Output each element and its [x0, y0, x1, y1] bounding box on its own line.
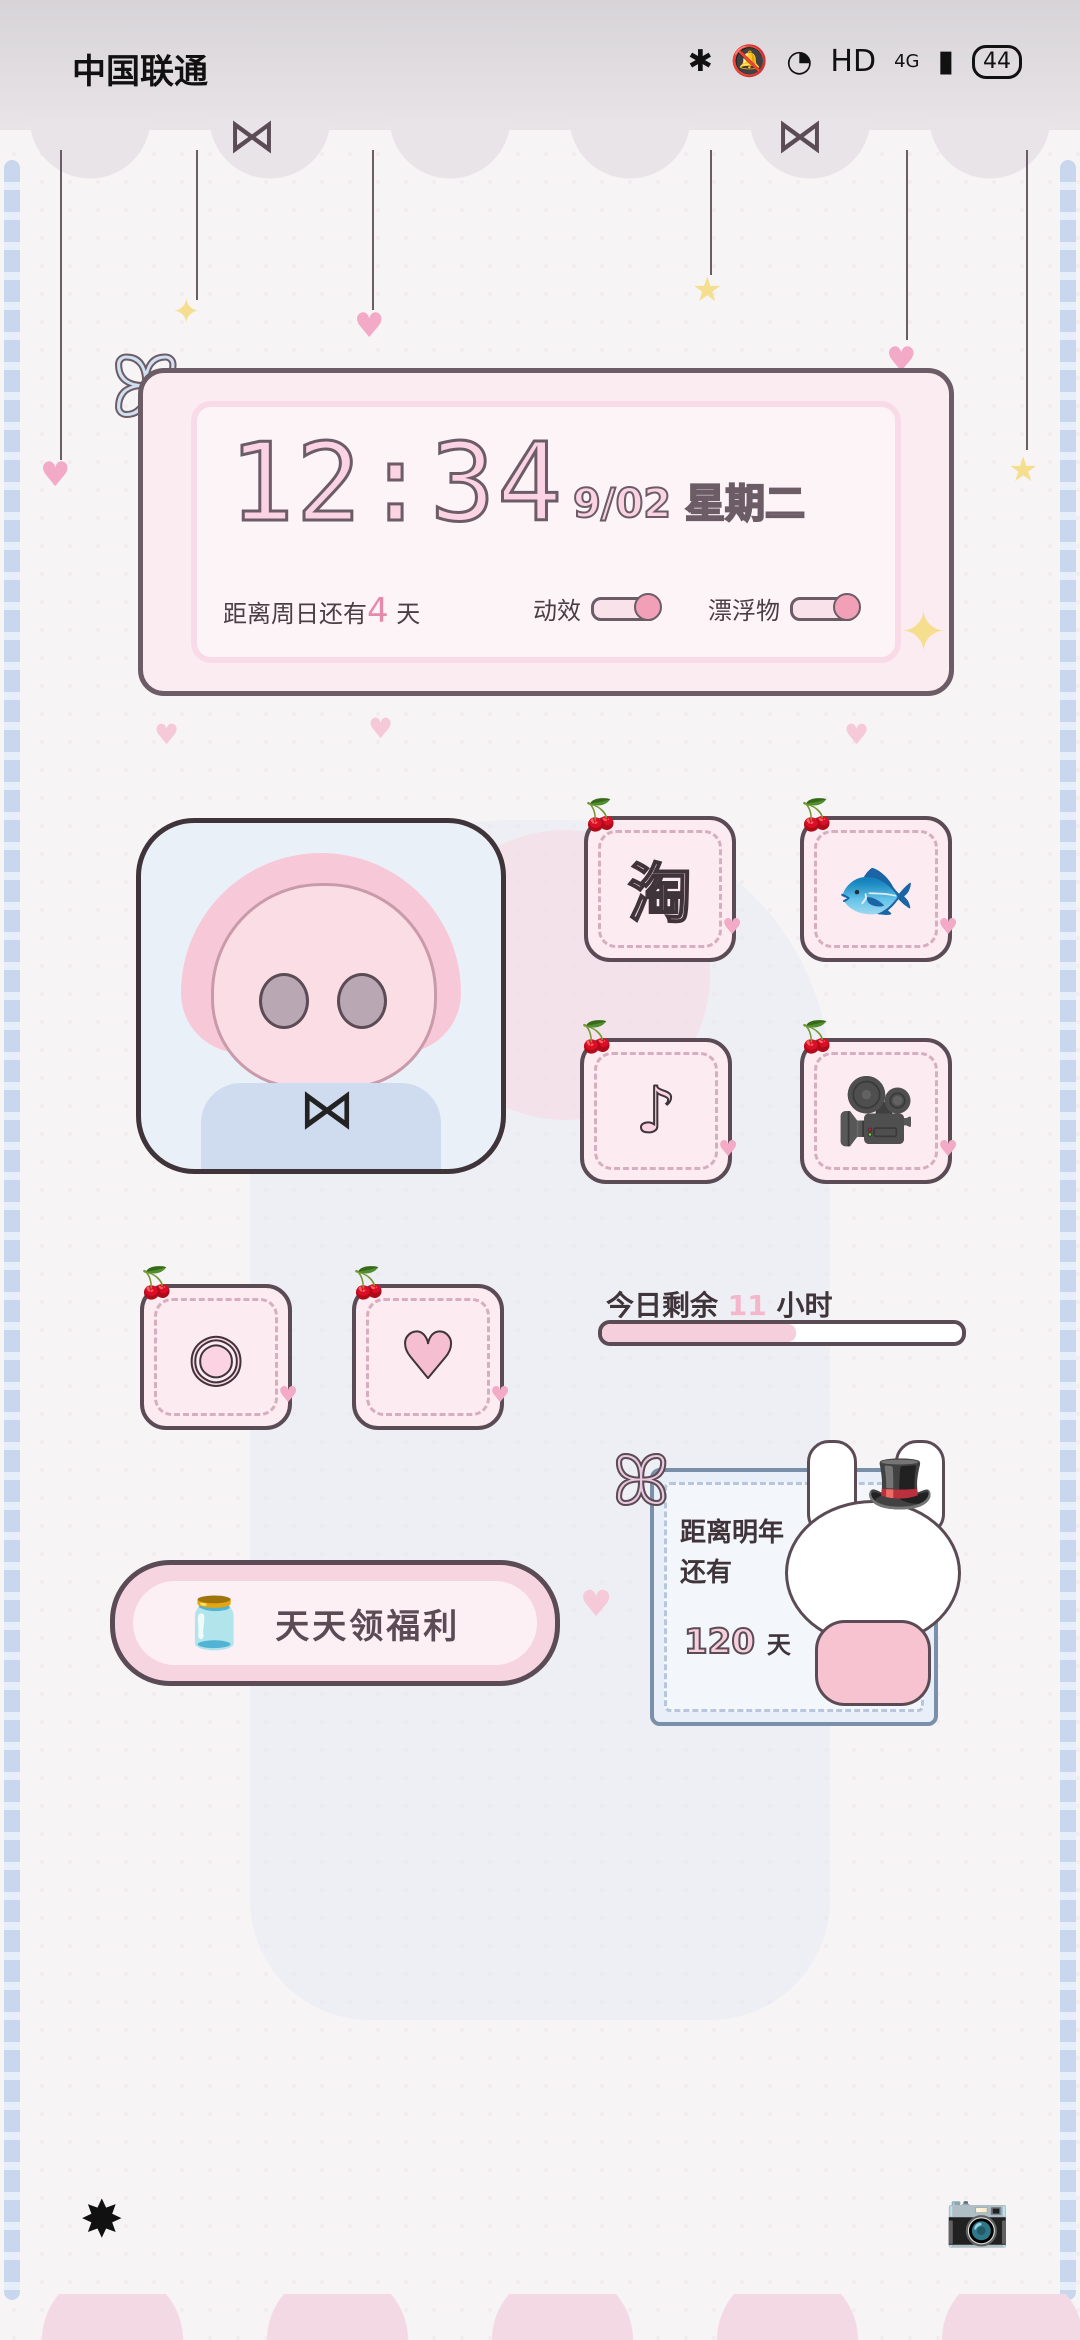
- heart-icon: ♥: [490, 1383, 510, 1408]
- star-icon: ★: [1008, 450, 1039, 490]
- avatar-face: [211, 883, 437, 1089]
- hanging-string: [196, 150, 198, 300]
- new-year-line2: 还有: [680, 1558, 733, 1588]
- heart-icon: ♥: [278, 1383, 298, 1408]
- floaters-switch[interactable]: [790, 592, 861, 621]
- cherry-icon: 🍒: [798, 1020, 836, 1055]
- top-hat-icon: 🎩: [865, 1451, 935, 1516]
- bow-icon: ⋈: [776, 108, 824, 164]
- status-icons: ✱ 🔕 ◔ HD 4G ▮ 44: [688, 44, 1022, 79]
- bow-icon: ⋈: [228, 108, 276, 164]
- heart-icon: ♥: [580, 1584, 613, 1625]
- lace-frame-right: [1060, 160, 1076, 2300]
- cherry-icon: 🍒: [578, 1020, 616, 1055]
- douyin-note-icon: ♪: [635, 1073, 678, 1149]
- avatar-eye: [259, 973, 309, 1029]
- effects-switch[interactable]: [591, 592, 662, 621]
- carrier-name: 中国联通: [72, 52, 208, 92]
- hanging-string: [906, 150, 908, 340]
- cherry-icon: 🍒: [138, 1266, 176, 1301]
- heart-icon: ♥: [722, 915, 742, 940]
- app-video[interactable]: 🍒 🎥 ♥: [798, 1020, 958, 1184]
- bluetooth-icon: ✱: [687, 44, 713, 79]
- heart-icon: ♥: [718, 1137, 738, 1162]
- heart-icon: ♥: [40, 455, 71, 495]
- signal-icon: ▮: [937, 44, 954, 79]
- heart-icon: ♥: [154, 718, 180, 751]
- heart-icon: ♥: [368, 712, 394, 745]
- sunday-countdown: 距离周日还有4 天: [223, 591, 421, 631]
- jd-dog-icon: 🐟: [835, 852, 917, 928]
- mute-icon: 🔕: [730, 44, 769, 79]
- wifi-icon: ◔: [786, 44, 813, 79]
- new-year-days: 120 天: [683, 1621, 791, 1663]
- today-progress-fill: [602, 1324, 797, 1342]
- status-bar: 中国联通 ✱ 🔕 ◔ HD 4G ▮ 44: [0, 0, 1080, 130]
- daily-welfare-button[interactable]: 🫙 天天领福利: [110, 1560, 560, 1686]
- welfare-label: 天天领福利: [275, 1606, 461, 1647]
- winged-heart-icon: ♥: [398, 1319, 457, 1395]
- effects-toggle[interactable]: 动效: [533, 591, 662, 626]
- today-remaining-label: 今日剩余 11 小时: [606, 1289, 833, 1322]
- hanging-string: [1026, 150, 1028, 450]
- heart-icon: ♥: [938, 915, 958, 940]
- app-camera-eye[interactable]: 🍒 ◉ ♥: [138, 1266, 298, 1430]
- clock-widget[interactable]: 12:34 9/02 星期二 距离周日还有4 天 动效 漂浮物: [138, 368, 954, 696]
- bunny-illustration: 🎩: [785, 1440, 975, 1710]
- heart-icon: ♥: [938, 1137, 958, 1162]
- network-label: 4G: [894, 51, 920, 72]
- app-heart-wings[interactable]: 🍒 ♥ ♥: [350, 1266, 510, 1430]
- star-icon: ★: [692, 270, 723, 310]
- avatar-photo-widget[interactable]: ⋈: [136, 818, 506, 1174]
- jar-icon: 🫙: [183, 1593, 246, 1652]
- heart-icon: ♥: [354, 306, 385, 346]
- heart-icon: ♥: [844, 718, 870, 751]
- camera-icon[interactable]: 📷: [945, 2189, 1010, 2250]
- ribbon-bow-icon: ꕤ: [611, 1439, 671, 1523]
- clock-time: 12:34: [227, 420, 565, 548]
- video-camera-icon: 🎥: [835, 1074, 917, 1150]
- taobao-icon: 淘: [627, 857, 693, 933]
- hanging-string: [372, 150, 374, 310]
- cherry-icon: 🍒: [798, 798, 836, 833]
- floaters-toggle[interactable]: 漂浮物: [708, 591, 861, 626]
- bow-tie-icon: ⋈: [299, 1077, 355, 1142]
- app-douyin[interactable]: 🍒 ♪ ♥: [578, 1020, 738, 1184]
- countdown-days: 4: [367, 591, 389, 631]
- star-icon: ✦: [172, 292, 201, 332]
- sparkle-icon[interactable]: ✸: [80, 2190, 124, 2250]
- lace-frame-left: [4, 160, 20, 2300]
- star-icon: ✦: [900, 600, 947, 665]
- bottom-arches: [0, 2294, 1080, 2340]
- clock-date: 9/02 星期二: [572, 480, 806, 528]
- cherry-icon: 🍒: [582, 798, 620, 833]
- app-jd[interactable]: 🍒 🐟 ♥: [798, 798, 958, 962]
- new-year-line1: 距离明年: [680, 1518, 785, 1548]
- cherry-icon: 🍒: [350, 1266, 388, 1301]
- hanging-string: [710, 150, 712, 275]
- hanging-string: [60, 150, 62, 460]
- scallop-trim: [0, 118, 1080, 188]
- app-taobao[interactable]: 🍒 淘 ♥: [582, 798, 742, 962]
- remaining-hours: 11: [727, 1289, 767, 1322]
- battery-indicator: 44: [972, 44, 1022, 79]
- eye-cloud-icon: ◉: [187, 1319, 245, 1395]
- avatar-eye: [337, 973, 387, 1029]
- hd-label: HD: [830, 44, 877, 79]
- today-progress-bar: [598, 1320, 966, 1346]
